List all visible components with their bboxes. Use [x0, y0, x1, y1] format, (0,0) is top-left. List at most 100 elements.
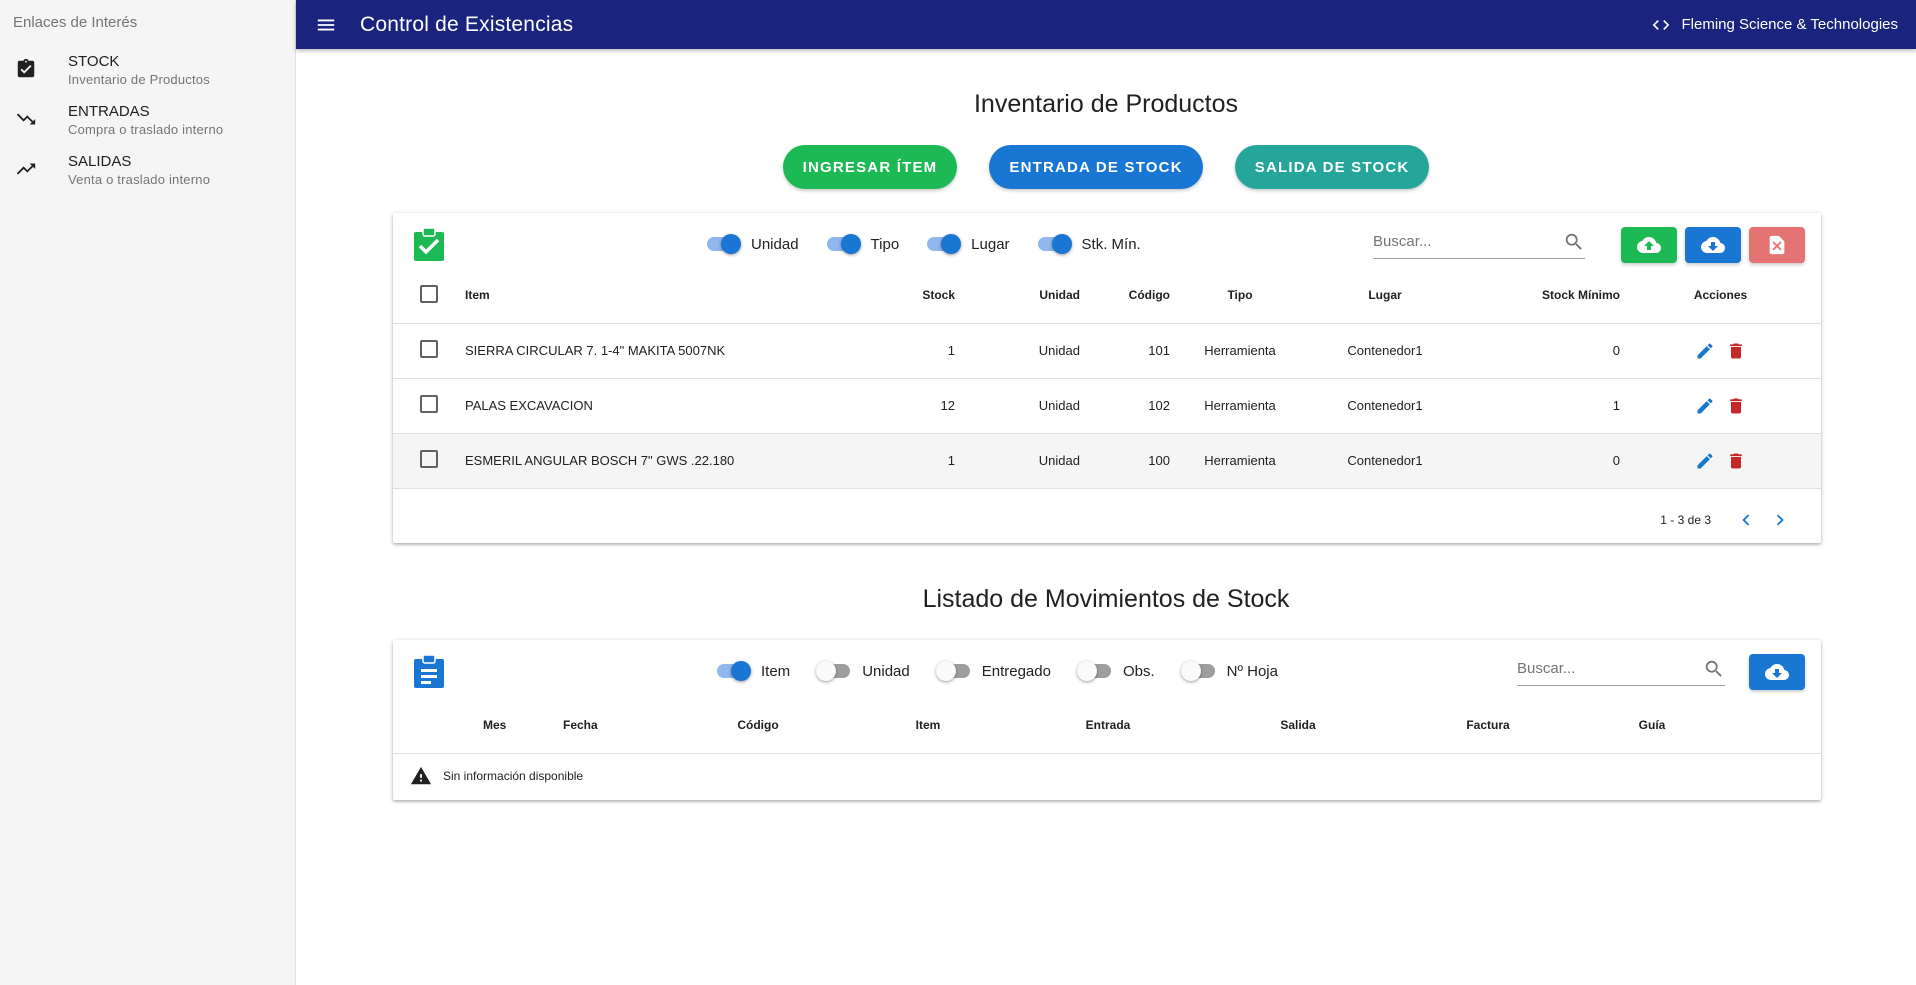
column-header[interactable]: Lugar: [1310, 268, 1460, 324]
toggle-unidad[interactable]: Unidad: [705, 234, 799, 254]
download-button[interactable]: [1685, 227, 1741, 263]
chevron-right-icon[interactable]: [1763, 503, 1797, 537]
movements-search[interactable]: [1517, 652, 1725, 686]
column-header[interactable]: Item: [465, 268, 825, 324]
toggle-lugar[interactable]: Lugar: [925, 234, 1010, 254]
delete-icon[interactable]: [1722, 337, 1750, 365]
edit-icon[interactable]: [1691, 447, 1719, 475]
search-input[interactable]: [1517, 660, 1667, 677]
select-all-checkbox[interactable]: [420, 284, 438, 303]
cell-tipo: Herramienta: [1170, 323, 1310, 379]
cell-stock: 1: [825, 433, 955, 489]
column-header[interactable]: Stock: [825, 268, 955, 324]
cell-item: ESMERIL ANGULAR BOSCH 7" GWS .22.180: [465, 433, 825, 489]
column-toggles: Item Unidad Entregado Obs. Nº Hoja: [715, 661, 1304, 681]
table-row[interactable]: ESMERIL ANGULAR BOSCH 7" GWS .22.180 1 U…: [393, 433, 1821, 489]
column-header[interactable]: Stock Mínimo: [1460, 268, 1620, 324]
toggle-label: Lugar: [971, 235, 1010, 253]
stock-out-button[interactable]: SALIDA DE STOCK: [1234, 145, 1430, 189]
column-header[interactable]: Tipo: [1170, 268, 1310, 324]
sidebar-item-label: ENTRADAS: [68, 103, 150, 120]
cloud-download-icon: [1765, 664, 1789, 680]
switch[interactable]: [1036, 234, 1072, 254]
pagination-range: 1 - 3 de 3: [1660, 512, 1711, 527]
toggle-unidad[interactable]: Unidad: [816, 661, 910, 681]
table-row[interactable]: PALAS EXCAVACION 12 Unidad 102 Herramien…: [393, 378, 1821, 434]
stock-in-button[interactable]: ENTRADA DE STOCK: [989, 145, 1203, 189]
switch[interactable]: [1180, 661, 1217, 681]
toggle-obs[interactable]: Obs.: [1076, 661, 1155, 681]
cell-lugar: Contenedor1: [1310, 433, 1460, 489]
toggle-n-hoja[interactable]: Nº Hoja: [1180, 661, 1278, 681]
edit-icon[interactable]: [1691, 337, 1719, 365]
app-bar: Control de Existencias Fleming Science &…: [296, 0, 1916, 49]
column-toggles: Unidad Tipo Lugar Stk. Mín.: [705, 234, 1167, 254]
pagination: 1 - 3 de 3: [1660, 496, 1797, 543]
toggle-entregado[interactable]: Entregado: [935, 661, 1051, 681]
column-header[interactable]: Factura: [1393, 698, 1583, 754]
delete-icon[interactable]: [1722, 447, 1750, 475]
column-header[interactable]: Fecha: [563, 698, 673, 754]
download-button[interactable]: [1749, 654, 1805, 690]
empty-state: Sin información disponible: [409, 764, 583, 788]
column-header[interactable]: Item: [843, 698, 1013, 754]
toggle-item[interactable]: Item: [715, 661, 790, 681]
cell-stock: 1: [825, 323, 955, 379]
cloud-download-icon: [1701, 237, 1725, 253]
edit-icon[interactable]: [1691, 392, 1719, 420]
inventory-search[interactable]: [1373, 225, 1585, 259]
switch[interactable]: [705, 234, 741, 254]
toggle-stk-min[interactable]: Stk. Mín.: [1036, 234, 1141, 254]
empty-message: Sin información disponible: [443, 769, 584, 783]
delete-sheet-icon: [1769, 235, 1785, 255]
sidebar-item-entradas[interactable]: ENTRADAS Compra o traslado interno: [0, 97, 295, 147]
sidebar-item-stock[interactable]: STOCK Inventario de Productos: [0, 47, 295, 97]
cell-item: PALAS EXCAVACION: [465, 378, 825, 434]
warning-icon: [410, 766, 432, 785]
cell-codigo: 101: [1080, 323, 1170, 379]
sidebar-item-label: SALIDAS: [68, 153, 132, 170]
toggle-tipo[interactable]: Tipo: [825, 234, 899, 254]
column-header[interactable]: Salida: [1203, 698, 1393, 754]
add-item-button[interactable]: INGRESAR ÍTEM: [782, 145, 958, 189]
table-row[interactable]: SIERRA CIRCULAR 7. 1-4" MAKITA 5007NK 1 …: [393, 323, 1821, 379]
toggle-label: Entregado: [981, 662, 1051, 680]
delete-selected-button[interactable]: [1749, 227, 1805, 263]
row-select-cell: [393, 323, 465, 379]
menu-icon[interactable]: [314, 13, 338, 37]
switch[interactable]: [1076, 661, 1113, 681]
sidebar-item-salidas[interactable]: SALIDAS Venta o traslado interno: [0, 147, 295, 197]
switch[interactable]: [825, 234, 861, 254]
row-checkbox[interactable]: [420, 395, 438, 413]
column-header[interactable]: Entrada: [1013, 698, 1203, 754]
column-header[interactable]: Guía: [1583, 698, 1821, 754]
cloud-upload-icon: [1637, 237, 1661, 253]
search-icon[interactable]: [1563, 231, 1585, 253]
column-header[interactable]: Código: [673, 698, 843, 754]
switch[interactable]: [715, 661, 751, 681]
delete-icon[interactable]: [1722, 392, 1750, 420]
table-header-row: Item Stock Unidad Código Tipo Lugar Stoc…: [393, 268, 1821, 324]
movements-table: Mes Fecha Código Item Entrada Salida Fac…: [393, 698, 1821, 754]
upload-button[interactable]: [1621, 227, 1677, 263]
cell-codigo: 100: [1080, 433, 1170, 489]
column-header[interactable]: Unidad: [955, 268, 1080, 324]
row-select-cell: [393, 433, 465, 489]
cell-tipo: Herramienta: [1170, 433, 1310, 489]
search-input[interactable]: [1373, 233, 1523, 250]
search-icon[interactable]: [1703, 658, 1725, 680]
chevron-left-icon[interactable]: [1729, 503, 1763, 537]
inventory-title: Inventario de Productos: [973, 90, 1239, 118]
cell-item: SIERRA CIRCULAR 7. 1-4" MAKITA 5007NK: [465, 323, 825, 379]
switch[interactable]: [925, 234, 962, 254]
trending-down-icon: [14, 107, 38, 131]
column-header[interactable]: Mes: [483, 698, 563, 754]
company-link[interactable]: Fleming Science & Technologies: [1651, 0, 1898, 49]
cell-lugar: Contenedor1: [1310, 323, 1460, 379]
switch[interactable]: [816, 661, 852, 681]
column-header[interactable]: Código: [1080, 268, 1170, 324]
row-checkbox[interactable]: [420, 450, 438, 468]
switch[interactable]: [935, 661, 972, 681]
row-checkbox[interactable]: [420, 340, 438, 358]
column-header: Acciones: [1620, 268, 1821, 324]
